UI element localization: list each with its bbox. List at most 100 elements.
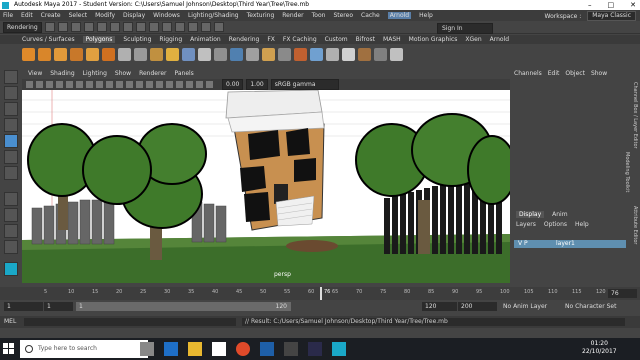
store-icon[interactable] <box>212 342 226 356</box>
menu-toon[interactable]: Toon <box>312 12 326 19</box>
resolution-gate-icon[interactable] <box>86 81 93 88</box>
windows-start-icon[interactable] <box>3 343 14 354</box>
layer-tab-display[interactable]: Display <box>516 211 545 218</box>
gate-mask-icon[interactable] <box>96 81 103 88</box>
shelf-tool-icon[interactable] <box>134 47 147 61</box>
shelf-tool-icon[interactable] <box>278 47 291 61</box>
edge-icon[interactable] <box>164 342 178 356</box>
menu-edit[interactable]: Edit <box>21 12 33 19</box>
menu-help[interactable]: Help <box>419 12 433 19</box>
select-hierarchy-icon[interactable] <box>109 22 120 32</box>
shelf-tool-icon[interactable] <box>214 47 227 61</box>
time-slider[interactable]: 5 10 15 20 25 30 35 40 45 50 55 60 65 70 75 80 85 90 95 100… <box>0 287 640 300</box>
shelf-tool-icon[interactable] <box>70 47 83 61</box>
viewport-menu-shading[interactable]: Shading <box>50 70 74 77</box>
sign-in-button[interactable]: Sign In <box>437 23 493 34</box>
shelf-tool-icon[interactable] <box>102 47 115 61</box>
persp-graph-icon[interactable] <box>4 240 18 254</box>
camera-select-icon[interactable] <box>26 81 33 88</box>
mash-icon[interactable] <box>4 262 18 276</box>
maya-taskbar-icon[interactable] <box>332 342 346 356</box>
menu-texturing[interactable]: Texturing <box>247 12 275 19</box>
shelf-tab-motion-graphics[interactable]: Motion Graphics <box>409 36 458 43</box>
app-icon[interactable] <box>284 342 298 356</box>
channelbox-menu-edit[interactable]: Edit <box>548 70 560 77</box>
shelf-tool-icon[interactable] <box>310 47 323 61</box>
shelf-tool-icon[interactable] <box>358 47 371 61</box>
shelf-tab-animation[interactable]: Animation <box>190 36 221 43</box>
motion-blur-icon[interactable] <box>186 81 193 88</box>
close-button[interactable]: ✕ <box>630 0 636 10</box>
single-perspective-view-icon[interactable] <box>4 192 18 206</box>
command-input[interactable] <box>24 318 236 326</box>
taskbar-search-box[interactable]: Type here to search <box>20 340 148 358</box>
rotate-tool-icon[interactable] <box>4 134 18 148</box>
shelf-tab-xgen[interactable]: XGen <box>465 36 481 43</box>
menu-cache[interactable]: Cache <box>361 12 380 19</box>
image-plane-icon[interactable] <box>56 81 63 88</box>
exposure-field[interactable]: 0.00 <box>222 79 244 90</box>
persp-outliner-icon[interactable] <box>4 224 18 238</box>
select-component-icon[interactable] <box>135 22 146 32</box>
shelf-tool-icon[interactable] <box>166 47 179 61</box>
shelf-tab-custom[interactable]: Custom <box>325 36 348 43</box>
render-icon[interactable] <box>187 22 198 32</box>
viewport-menu-panels[interactable]: Panels <box>174 70 193 77</box>
save-scene-icon[interactable] <box>70 22 81 32</box>
shelf-tool-icon[interactable] <box>342 47 355 61</box>
shelf-tool-icon[interactable] <box>230 47 243 61</box>
channelbox-menu-show[interactable]: Show <box>591 70 607 77</box>
shelf-tab-rendering[interactable]: Rendering <box>229 36 260 43</box>
menu-arnold[interactable]: Arnold <box>387 12 412 19</box>
premiere-icon[interactable] <box>308 342 322 356</box>
minimize-button[interactable]: – <box>588 0 592 10</box>
select-tool-icon[interactable] <box>4 70 18 84</box>
chrome-icon[interactable] <box>236 342 250 356</box>
maximize-button[interactable]: □ <box>608 0 615 10</box>
ipr-render-icon[interactable] <box>200 22 211 32</box>
layer-name[interactable]: layer1 <box>556 240 575 248</box>
shelf-tab-polygons[interactable]: Polygons <box>82 36 116 43</box>
side-tab-channel-box[interactable]: Channel Box / Layer Editor <box>632 82 638 149</box>
shelf-tab-fx-caching[interactable]: FX Caching <box>283 36 317 43</box>
menu-stereo[interactable]: Stereo <box>333 12 353 19</box>
shelf-tool-icon[interactable] <box>246 47 259 61</box>
snap-grid-icon[interactable] <box>148 22 159 32</box>
character-set-dropdown[interactable]: No Character Set <box>562 302 627 311</box>
isolate-select-icon[interactable] <box>196 81 203 88</box>
workspace-dropdown[interactable]: Maya Classic <box>587 11 636 21</box>
render-settings-icon[interactable] <box>213 22 224 32</box>
select-object-icon[interactable] <box>122 22 133 32</box>
shelf-tab-curves[interactable]: Curves / Surfaces <box>22 36 75 43</box>
animation-start-field[interactable]: 1 <box>4 302 43 311</box>
layer-row[interactable]: V P layer1 <box>514 240 626 248</box>
anim-layer-dropdown[interactable]: No Anim Layer <box>500 302 561 311</box>
snap-point-icon[interactable] <box>174 22 185 32</box>
menu-create[interactable]: Create <box>41 12 61 19</box>
safe-action-icon[interactable] <box>116 81 123 88</box>
shelf-tool-icon[interactable] <box>198 47 211 61</box>
move-tool-icon[interactable] <box>4 118 18 132</box>
new-scene-icon[interactable] <box>44 22 55 32</box>
scale-tool-icon[interactable] <box>4 150 18 164</box>
shelf-tool-icon[interactable] <box>22 47 35 61</box>
open-scene-icon[interactable] <box>57 22 68 32</box>
shelf-tool-icon[interactable] <box>294 47 307 61</box>
menu-select[interactable]: Select <box>69 12 88 19</box>
perspective-viewport[interactable]: persp <box>22 90 510 283</box>
four-view-icon[interactable] <box>4 208 18 222</box>
layer-visibility-flags[interactable]: V P <box>518 240 528 248</box>
gamma-field[interactable]: 1.00 <box>246 79 268 90</box>
menuset-dropdown[interactable]: Rendering <box>3 21 42 33</box>
shelf-tab-bifrost[interactable]: Bifrost <box>356 36 375 43</box>
shelf-tool-icon[interactable] <box>374 47 387 61</box>
shelf-tool-icon[interactable] <box>54 47 67 61</box>
shadows-icon[interactable] <box>166 81 173 88</box>
menu-modify[interactable]: Modify <box>95 12 115 19</box>
menu-lighting-shading[interactable]: Lighting/Shading <box>188 12 239 19</box>
mel-label[interactable]: MEL <box>4 316 16 328</box>
wireframe-icon[interactable] <box>126 81 133 88</box>
shelf-tool-icon[interactable] <box>262 47 275 61</box>
shelf-tool-icon[interactable] <box>182 47 195 61</box>
field-chart-icon[interactable] <box>106 81 113 88</box>
